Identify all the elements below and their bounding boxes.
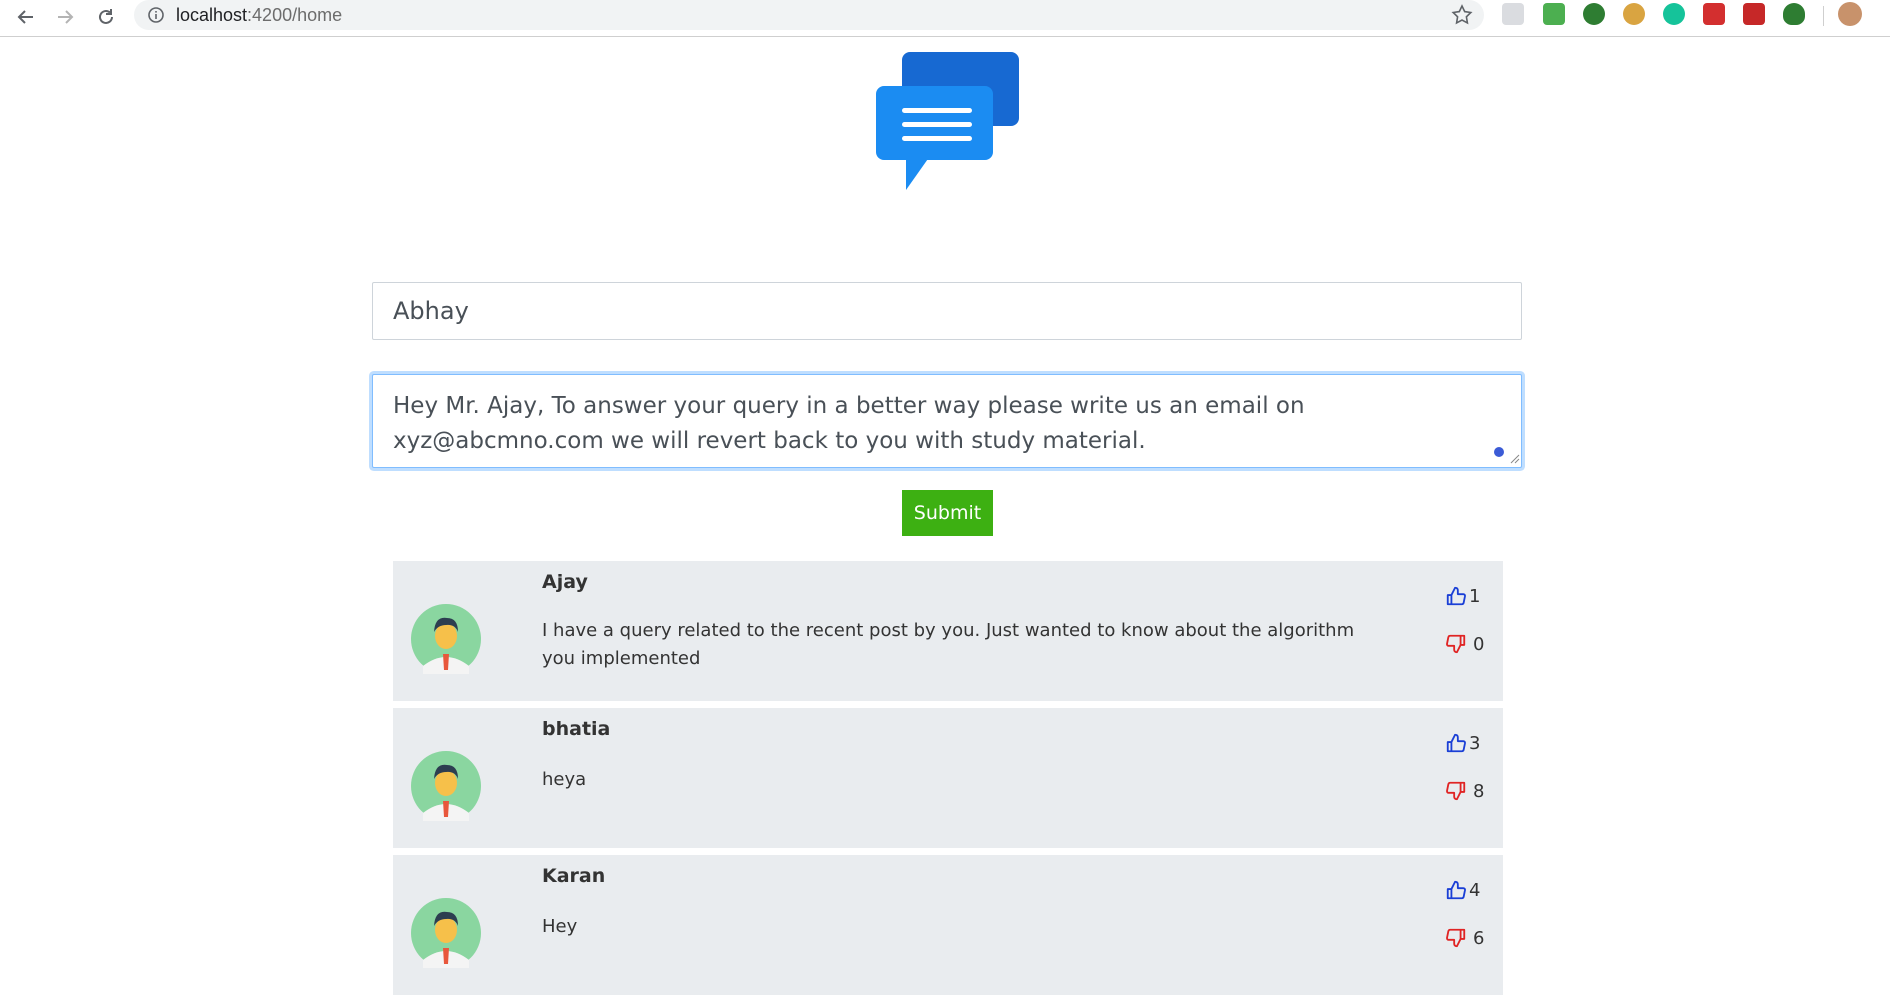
like-button[interactable]: 3 (1445, 730, 1480, 756)
toolbar-divider (1823, 6, 1824, 26)
extension-icon-7[interactable] (1743, 3, 1765, 25)
comment-text: I have a query related to the recent pos… (542, 620, 1355, 669)
dislike-count: 6 (1473, 927, 1485, 949)
comment-text: Hey (542, 916, 578, 937)
cookie-extension-icon[interactable] (1623, 3, 1645, 25)
like-button[interactable]: 1 (1445, 583, 1480, 609)
resize-handle-icon[interactable] (1508, 452, 1520, 464)
like-count: 4 (1469, 879, 1481, 901)
comment-card: Karan Hey 4 6 (393, 855, 1503, 995)
submit-button[interactable]: Submit (902, 490, 993, 536)
thumbs-down-icon (1446, 781, 1466, 801)
thumbs-up-icon (1446, 880, 1466, 900)
user-avatar-icon (411, 751, 481, 821)
extension-icon-2[interactable] (1543, 3, 1565, 25)
thumbs-down-icon (1446, 634, 1466, 654)
thumbs-down-icon (1446, 928, 1466, 948)
grammarly-indicator-icon[interactable] (1494, 447, 1504, 457)
url-text: localhost:4200/home (176, 5, 342, 26)
user-avatar-icon (411, 604, 481, 674)
user-avatar-icon (411, 898, 481, 968)
extension-icon-3[interactable] (1583, 3, 1605, 25)
dislike-count: 0 (1473, 633, 1485, 655)
like-count: 3 (1469, 732, 1481, 754)
message-textarea[interactable]: Hey Mr. Ajay, To answer your query in a … (372, 374, 1522, 468)
extension-icon-1[interactable] (1502, 3, 1524, 25)
comment-author: Ajay (542, 571, 588, 593)
shield-extension-icon[interactable] (1783, 3, 1805, 25)
back-arrow-icon[interactable] (12, 3, 40, 31)
like-count: 1 (1469, 585, 1481, 607)
profile-avatar[interactable] (1838, 2, 1862, 26)
site-info-icon[interactable] (146, 5, 166, 25)
like-button[interactable]: 4 (1445, 877, 1480, 903)
thumbs-up-icon (1446, 733, 1466, 753)
dislike-button[interactable]: 6 (1445, 925, 1484, 951)
comment-author: Karan (542, 865, 606, 887)
comment-card: bhatia heya 3 8 (393, 708, 1503, 848)
dislike-button[interactable]: 8 (1445, 778, 1484, 804)
dislike-button[interactable]: 0 (1445, 631, 1484, 657)
thumbs-up-icon (1446, 586, 1466, 606)
address-bar[interactable]: localhost:4200/home (134, 0, 1484, 30)
reload-icon[interactable] (92, 3, 120, 31)
url-path: :4200/home (247, 5, 343, 25)
forward-arrow-icon[interactable] (51, 3, 79, 31)
bookmark-star-icon[interactable] (1450, 3, 1474, 27)
comment-card: Ajay I have a query related to the recen… (393, 561, 1503, 701)
comment-author: bhatia (542, 718, 611, 740)
dislike-count: 8 (1473, 780, 1485, 802)
chat-logo-icon (876, 52, 1019, 190)
name-input[interactable] (372, 282, 1522, 340)
url-host: localhost (176, 5, 248, 25)
grammarly-extension-icon[interactable] (1663, 3, 1685, 25)
browser-toolbar: localhost:4200/home (0, 0, 1890, 37)
extension-icon-6[interactable] (1703, 3, 1725, 25)
comment-text: heya (542, 769, 587, 790)
